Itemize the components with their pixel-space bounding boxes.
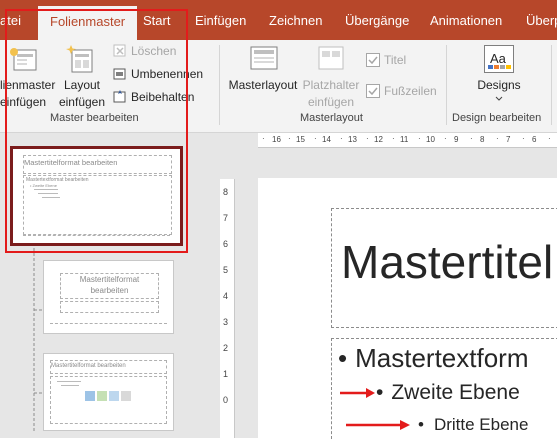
checkmark-icon: [368, 87, 378, 96]
ruler-number: 6: [532, 135, 537, 144]
placeholder-label-2: einfügen: [307, 95, 355, 109]
ruler-number: 7: [506, 135, 511, 144]
arrow-right-icon: [346, 420, 410, 430]
body-level1[interactable]: • Mastertextform: [338, 343, 528, 374]
vertical-ruler[interactable]: 8 7 6 5 4 3 2 1 0: [220, 179, 235, 438]
designs-icon: Aa: [484, 45, 514, 73]
thumbnail-title-line2: bearbeiten: [90, 286, 129, 295]
ruler-number: 11: [400, 135, 409, 144]
tab-zeichnen[interactable]: Zeichnen: [269, 0, 322, 40]
placeholder-icon: [318, 46, 344, 70]
ruler-number: 5: [223, 265, 229, 275]
horizontal-ruler[interactable]: · 16 · 15 · 14 · 13 · 12 · 11 · 10 · 9 ·…: [258, 133, 557, 148]
thumbnail-title-line1: Mastertitelformat: [79, 275, 140, 284]
highlight-box: [5, 9, 188, 253]
slide-title-text[interactable]: Mastertitel: [341, 235, 553, 289]
title-checkbox-label: Titel: [384, 53, 407, 67]
ruler-number: 0: [223, 395, 229, 405]
checkmark-icon: [368, 56, 378, 65]
designs-label: Designs: [477, 78, 521, 92]
ruler-number: 3: [223, 317, 229, 327]
ruler-number: 10: [426, 135, 435, 144]
ruler-number: 9: [454, 135, 459, 144]
masterlayout-icon: [250, 46, 278, 70]
ruler-number: 1: [223, 369, 229, 379]
ruler-number: 12: [374, 135, 383, 144]
ruler-number: 6: [223, 239, 229, 249]
ribbon-separator: [551, 45, 552, 125]
chevron-down-icon: [495, 96, 503, 101]
ruler-number: 14: [322, 135, 331, 144]
thumbnail-subtitle: [60, 301, 159, 313]
body-level1-text: Mastertextform: [355, 343, 529, 373]
body-level3-text: Dritte Ebene: [433, 415, 529, 434]
thumbnail-body: [50, 376, 167, 424]
tab-einfuegen[interactable]: Einfügen: [195, 0, 246, 40]
tab-animationen[interactable]: Animationen: [430, 0, 502, 40]
slide-thumbnail-layout-title[interactable]: Mastertitelformat bearbeiten: [43, 260, 174, 334]
body-level2-text: Zweite Ebene: [391, 381, 520, 404]
ruler-number: 2: [223, 343, 229, 353]
ruler-marks: · 16 · 15 · 14 · 13 · 12 · 11 · 10 · 9 ·…: [262, 134, 551, 144]
tab-ueberpruefen[interactable]: Überp: [526, 0, 557, 40]
slide-thumbnail-layout-content[interactable]: Mastertitelformat bearbeiten: [43, 353, 174, 431]
thumbnail-title: Mastertitelformat bearbeiten: [60, 273, 159, 299]
body-level3[interactable]: • Dritte Ebene: [418, 415, 528, 435]
ruler-number: 16: [272, 135, 281, 144]
tab-uebergaenge[interactable]: Übergänge: [345, 0, 409, 40]
title-checkbox-box[interactable]: [366, 53, 380, 67]
ribbon-separator: [446, 45, 447, 125]
group-label-masterlayout: Masterlayout: [300, 112, 363, 124]
ruler-number: 8: [480, 135, 485, 144]
arrow-right-icon: [340, 388, 375, 398]
thumbnail-title: Mastertitelformat bearbeiten: [50, 360, 167, 374]
ruler-number: 13: [348, 135, 357, 144]
body-level2[interactable]: • Zweite Ebene: [376, 381, 520, 405]
designs-icon-text: Aa: [490, 51, 506, 66]
ruler-number: 4: [223, 291, 229, 301]
placeholder-label-1: Platzhalter: [302, 78, 360, 92]
ribbon-separator: [219, 45, 220, 125]
ruler-number: 8: [223, 187, 229, 197]
footer-checkbox-label: Fußzeilen: [384, 84, 437, 98]
group-label-design-bearbeiten: Design bearbeiten: [452, 112, 542, 124]
footer-checkbox-box[interactable]: [366, 84, 380, 98]
ruler-number: 15: [296, 135, 305, 144]
ruler-number: 7: [223, 213, 229, 223]
masterlayout-label: Masterlayout: [228, 78, 298, 92]
title-placeholder[interactable]: Mastertitel: [331, 208, 557, 328]
